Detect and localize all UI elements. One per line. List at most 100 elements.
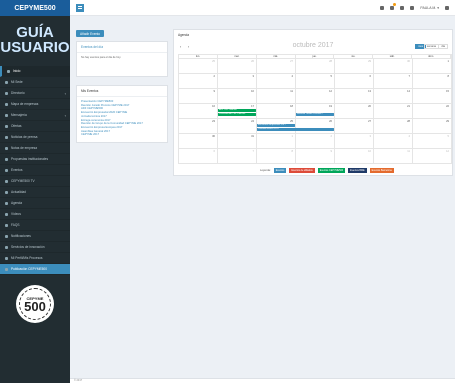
calendar-event[interactable]: Reunión Jurado Premios C: [296, 112, 334, 116]
calendar-day[interactable]: 27: [335, 119, 374, 133]
bell-icon[interactable]: [390, 2, 397, 10]
calendar-event[interactable]: ADF CEPYME500: [218, 109, 256, 112]
calendar-day[interactable]: 30: [374, 59, 413, 73]
calendar-day[interactable]: 12: [296, 89, 335, 103]
sidebar-item-icon: [5, 212, 8, 216]
calendar-day[interactable]: 2: [179, 74, 218, 88]
calendar-day[interactable]: 1: [413, 59, 452, 73]
calendar-day[interactable]: 31: [218, 134, 257, 148]
calendar-day[interactable]: 2: [296, 134, 335, 148]
calendar-day[interactable]: 13: [335, 89, 374, 103]
sidebar-item-5[interactable]: Ofertas: [0, 121, 70, 132]
calendar-day[interactable]: 29: [413, 119, 452, 133]
calendar-day[interactable]: 19: [296, 104, 335, 118]
legend-item[interactable]: Eventos BME: [348, 168, 367, 173]
calendar-day[interactable]: 22: [413, 104, 452, 118]
calendar-day[interactable]: 10: [335, 149, 374, 163]
menu-toggle-button[interactable]: [76, 3, 84, 12]
sidebar-item-3[interactable]: Mapa de empresas: [0, 99, 70, 110]
calendar-day[interactable]: 5: [413, 134, 452, 148]
sidebar-item-14[interactable]: FAQS: [0, 220, 70, 231]
calendar-day[interactable]: 27: [257, 59, 296, 73]
legend-item[interactable]: Eventos: [273, 168, 287, 173]
day-number: 5: [330, 75, 332, 78]
brand-title[interactable]: CEPYME500: [0, 0, 70, 16]
sidebar-item-0[interactable]: Inicio: [0, 66, 70, 77]
calendar-day[interactable]: 7: [218, 149, 257, 163]
calendar-day[interactable]: 18: [257, 104, 296, 118]
sidebar-item-6[interactable]: Noticias de prensa: [0, 132, 70, 143]
calendar-day[interactable]: 12: [413, 149, 452, 163]
day-number: 29: [368, 60, 371, 63]
flag-icon[interactable]: [400, 5, 405, 10]
logo-line-2: USUARIO: [0, 39, 70, 56]
legend-item[interactable]: Eventos Barcelona: [369, 168, 394, 173]
calendar-day[interactable]: 21: [374, 104, 413, 118]
calendar-day[interactable]: 3: [218, 74, 257, 88]
my-event-link[interactable]: CEPYME 2017: [81, 133, 163, 137]
calendar-day[interactable]: 25: [179, 59, 218, 73]
sidebar-item-8[interactable]: Propuestas institucionales: [0, 154, 70, 165]
sidebar-item-12[interactable]: Agenda: [0, 198, 70, 209]
calendar-day[interactable]: 9: [296, 149, 335, 163]
sidebar-item-13[interactable]: Vídeos: [0, 209, 70, 220]
legend-item[interactable]: Eventos CEPYME500: [317, 168, 346, 173]
sidebar-item-15[interactable]: Notificaciones: [0, 231, 70, 242]
calendar-day[interactable]: 30: [179, 134, 218, 148]
calendar-event[interactable]: Encuentro Empresarial 2017: [257, 124, 295, 127]
calendar-day[interactable]: 6: [179, 149, 218, 163]
sidebar-item-18[interactable]: Publicación CEPYME500: [0, 264, 70, 275]
sidebar-item-1[interactable]: Mi Sede: [0, 77, 70, 88]
sidebar-item-9[interactable]: Eventos: [0, 165, 70, 176]
day-number: 6: [369, 75, 371, 78]
sidebar-item-2[interactable]: Directorio ‹: [0, 88, 70, 99]
calendar-day[interactable]: 20: [335, 104, 374, 118]
calendar-day[interactable]: 29: [335, 59, 374, 73]
calendar-day[interactable]: 26: [296, 119, 335, 133]
calendar-day[interactable]: 8: [413, 74, 452, 88]
sidebar-item-label: Noticias de prensa: [11, 135, 38, 139]
calendar-day[interactable]: 23: [179, 119, 218, 133]
agenda-box: Agenda ‹ › octubre 2017 mes semana día l…: [173, 29, 453, 176]
calendar-event[interactable]: Jornada técnica 2017: [257, 127, 334, 131]
my-events-title: Mis Eventos: [77, 86, 167, 97]
calendar-day[interactable]: 3: [335, 134, 374, 148]
calendar-day[interactable]: 1: [257, 134, 296, 148]
gear-icon[interactable]: [445, 5, 449, 10]
sidebar-item-17[interactable]: Mi Perfil/Mis Procesos: [0, 253, 70, 264]
avatar[interactable]: [410, 5, 415, 10]
calendar-day[interactable]: 28: [374, 119, 413, 133]
calendar-day[interactable]: 28: [296, 59, 335, 73]
calendar-day[interactable]: 11: [257, 89, 296, 103]
sidebar-item-16[interactable]: Servicios de innovación: [0, 242, 70, 253]
legend-item[interactable]: Eventos de afiliados: [289, 168, 315, 173]
calendar-day[interactable]: 7: [374, 74, 413, 88]
calendar-day[interactable]: 4: [374, 134, 413, 148]
calendar-day[interactable]: 26: [218, 59, 257, 73]
calendar-grid: lun. mar. mié. jue. vie. sáb. dom. 25 26 27 28 29 3…: [178, 54, 452, 174]
calendar-day[interactable]: 9: [179, 89, 218, 103]
view-day-button[interactable]: día: [438, 44, 448, 49]
calendar-day[interactable]: 4: [257, 74, 296, 88]
mail-icon[interactable]: [380, 5, 385, 10]
sidebar-item-4[interactable]: Mensajería ‹: [0, 110, 70, 121]
calendar-day[interactable]: 11: [374, 149, 413, 163]
sidebar-item-7[interactable]: Notas de empresa: [0, 143, 70, 154]
day-number: 2: [213, 75, 215, 78]
calendar-day[interactable]: 5: [296, 74, 335, 88]
calendar-day[interactable]: 8: [257, 149, 296, 163]
sidebar-item-11[interactable]: Actualidad: [0, 187, 70, 198]
day-number: 25: [290, 120, 293, 123]
calendar-day[interactable]: 6: [335, 74, 374, 88]
user-menu[interactable]: PAULA M. ▾: [420, 6, 439, 10]
add-event-button[interactable]: Añadir Evento: [76, 30, 105, 37]
sidebar-item-10[interactable]: CEPYME500 TV: [0, 176, 70, 187]
calendar-day[interactable]: 14: [374, 89, 413, 103]
calendar-day[interactable]: 24: [218, 119, 257, 133]
calendar-event[interactable]: Presentación CEPYME500: [218, 112, 256, 116]
day-number: 1: [291, 135, 293, 138]
calendar-day[interactable]: 10: [218, 89, 257, 103]
view-week-button[interactable]: semana: [423, 44, 439, 49]
calendar-day[interactable]: 15: [413, 89, 452, 103]
calendar-day[interactable]: 16: [179, 104, 218, 118]
